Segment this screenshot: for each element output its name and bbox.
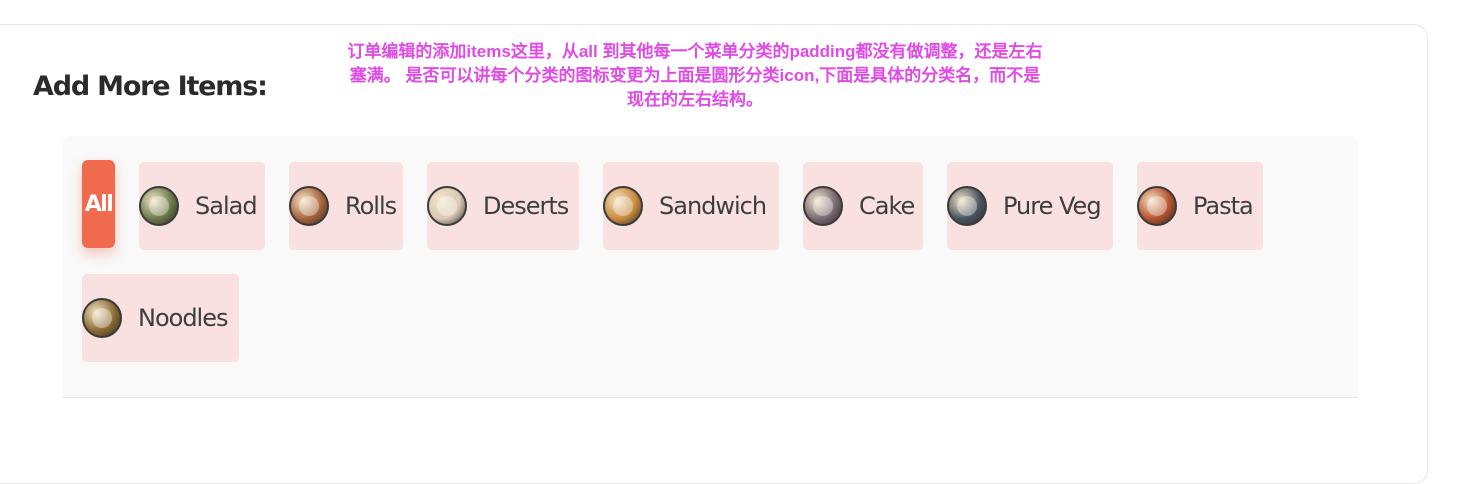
annotation-note: 订单编辑的添加items这里，从all 到其他每一个菜单分类的padding都没… xyxy=(347,42,1043,109)
desserts-icon xyxy=(427,186,467,226)
category-panel: All Salad Rolls Deserts Sandwich Cake Pure Ve… xyxy=(62,136,1358,398)
category-chip-pasta[interactable]: Pasta xyxy=(1137,162,1263,250)
salad-icon xyxy=(139,186,179,226)
category-chip-deserts[interactable]: Deserts xyxy=(427,162,579,250)
category-chip-rolls[interactable]: Rolls xyxy=(289,162,403,250)
category-list: All Salad Rolls Deserts Sandwich Cake Pure Ve… xyxy=(82,160,1342,362)
category-chip-salad[interactable]: Salad xyxy=(139,162,265,250)
category-label: Pasta xyxy=(1193,192,1254,220)
pure-veg-icon xyxy=(947,186,987,226)
category-all-button[interactable]: All xyxy=(82,160,115,248)
category-label: Sandwich xyxy=(659,192,767,220)
rolls-icon xyxy=(289,186,329,226)
category-chip-cake[interactable]: Cake xyxy=(803,162,923,250)
category-label: Salad xyxy=(195,192,258,220)
noodles-icon xyxy=(82,298,122,338)
section-title: Add More Items: xyxy=(33,71,268,102)
category-label: Pure Veg xyxy=(1003,192,1102,220)
category-label: Rolls xyxy=(345,192,397,220)
sandwich-icon xyxy=(603,186,643,226)
category-label: Cake xyxy=(859,192,915,220)
category-chip-noodles[interactable]: Noodles xyxy=(82,274,239,362)
category-chip-pure-veg[interactable]: Pure Veg xyxy=(947,162,1113,250)
category-label: Deserts xyxy=(483,192,569,220)
category-label: Noodles xyxy=(138,304,228,332)
pasta-icon xyxy=(1137,186,1177,226)
cake-icon xyxy=(803,186,843,226)
category-chip-sandwich[interactable]: Sandwich xyxy=(603,162,779,250)
